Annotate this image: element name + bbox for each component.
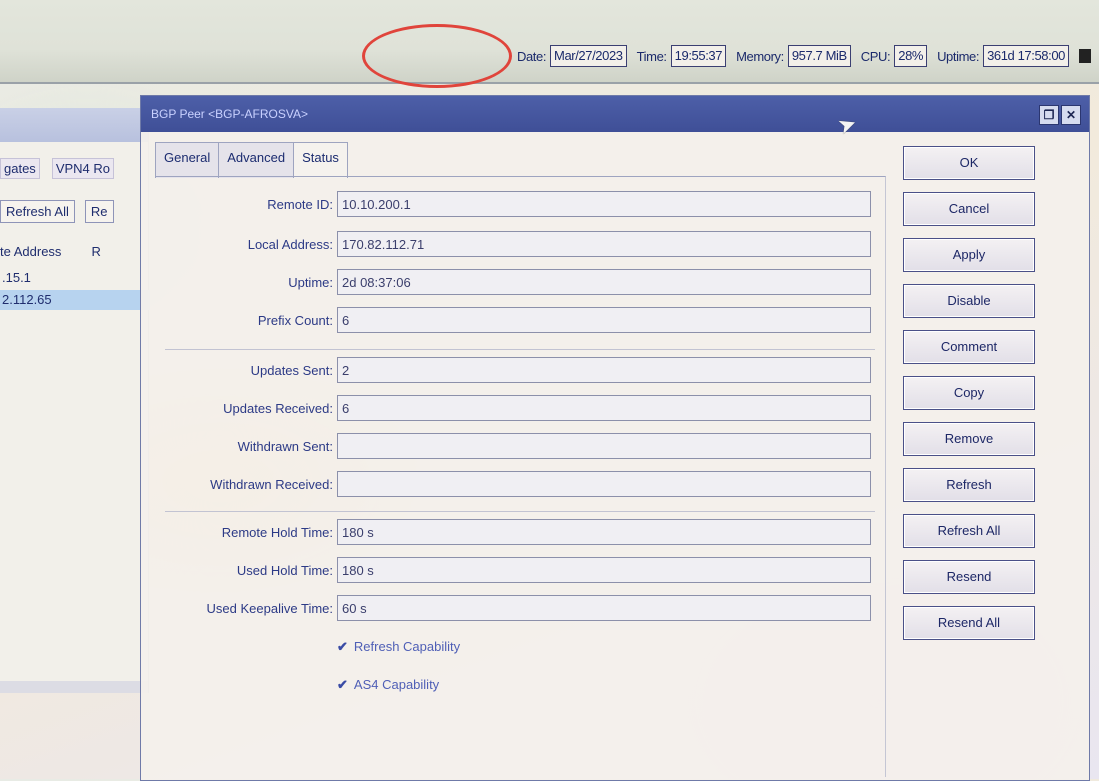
prefix-count-label: Prefix Count:: [257, 313, 333, 328]
local-address-value[interactable]: 170.82.112.71: [337, 231, 871, 257]
prefix-count-field: Prefix Count: 6: [155, 307, 885, 335]
updates-sent-label: Updates Sent:: [250, 363, 333, 378]
remote-id-label: Remote ID:: [267, 197, 333, 212]
withdrawn-received-value[interactable]: [337, 471, 871, 497]
used-hold-time-label: Used Hold Time:: [236, 563, 333, 578]
apply-button[interactable]: Apply: [903, 238, 1035, 272]
tab-status[interactable]: Status: [293, 142, 348, 178]
time-value: 19:55:37: [670, 45, 727, 67]
tab-advanced[interactable]: Advanced: [218, 142, 295, 178]
disable-button[interactable]: Disable: [903, 284, 1035, 318]
date-value: Mar/27/2023: [550, 45, 627, 67]
remote-hold-time-label: Remote Hold Time:: [221, 525, 333, 540]
as4-capability-label: AS4 Capability: [353, 677, 440, 692]
local-address-label: Local Address:: [247, 237, 333, 252]
updates-received-label: Updates Received:: [223, 401, 333, 416]
horizontal-scrollbar[interactable]: [0, 681, 148, 693]
ok-button[interactable]: OK: [903, 146, 1035, 180]
remote-hold-time-field: Remote Hold Time: 180 s: [155, 519, 885, 547]
withdrawn-sent-label: Withdrawn Sent:: [237, 439, 333, 454]
used-hold-time-value[interactable]: 180 s: [337, 557, 871, 583]
resend-all-button[interactable]: Resend All: [903, 606, 1035, 640]
refresh-capability-check: ✔ Refresh Capability: [337, 639, 460, 655]
separator: [165, 511, 875, 512]
prefix-count-value[interactable]: 6: [337, 307, 871, 333]
table-row[interactable]: 2.112.65: [0, 290, 150, 310]
bg-refresh-all-button[interactable]: Refresh All: [0, 200, 75, 223]
bg-tab-1[interactable]: gates: [0, 158, 40, 179]
date-label: Date:: [516, 48, 547, 64]
as4-capability-check: ✔ AS4 Capability: [337, 677, 439, 693]
time-label: Time:: [636, 48, 667, 64]
withdrawn-received-label: Withdrawn Received:: [210, 477, 333, 492]
withdrawn-received-field: Withdrawn Received:: [155, 471, 885, 499]
used-keepalive-time-field: Used Keepalive Time: 60 s: [155, 595, 885, 623]
bg-toolbar-button[interactable]: Re: [84, 200, 114, 223]
uptime-value[interactable]: 2d 08:37:06: [337, 269, 871, 295]
uptime-value: 361d 17:58:00: [983, 45, 1069, 67]
updates-sent-field: Updates Sent: 2: [155, 357, 885, 385]
separator: [165, 349, 875, 350]
cpu-value: 28%: [894, 45, 928, 67]
uptime-field: Uptime: 2d 08:37:06: [155, 269, 885, 297]
copy-button[interactable]: Copy: [903, 376, 1035, 410]
status-indicator-icon: [1079, 49, 1091, 63]
bg-column-header[interactable]: R: [91, 244, 100, 259]
bgp-peer-dialog: BGP Peer <BGP-AFROSVA> ❐ ✕ General Advan…: [140, 95, 1090, 781]
memory-value: 957.7 MiB: [787, 45, 851, 67]
resend-button[interactable]: Resend: [903, 560, 1035, 594]
status-panel: Remote ID: 10.10.200.1 Local Address: 17…: [155, 176, 886, 777]
remote-hold-time-value[interactable]: 180 s: [337, 519, 871, 545]
dialog-title: BGP Peer <BGP-AFROSVA>: [151, 107, 308, 121]
used-hold-time-field: Used Hold Time: 180 s: [155, 557, 885, 585]
refresh-capability-label: Refresh Capability: [353, 639, 461, 654]
dialog-button-column: OK Cancel Apply Disable Comment Copy Rem…: [903, 146, 1035, 640]
refresh-button[interactable]: Refresh: [903, 468, 1035, 502]
withdrawn-sent-field: Withdrawn Sent:: [155, 433, 885, 461]
restore-icon[interactable]: ❐: [1039, 105, 1059, 125]
remote-id-field: Remote ID: 10.10.200.1: [155, 191, 885, 219]
dialog-titlebar[interactable]: BGP Peer <BGP-AFROSVA> ❐ ✕: [141, 96, 1089, 132]
used-keepalive-time-value[interactable]: 60 s: [337, 595, 871, 621]
cancel-button[interactable]: Cancel: [903, 192, 1035, 226]
bg-tab-2[interactable]: VPN4 Ro: [51, 158, 115, 179]
tab-general[interactable]: General: [155, 142, 220, 178]
updates-received-value[interactable]: 6: [337, 395, 871, 421]
uptime-label: Uptime:: [288, 275, 333, 290]
comment-button[interactable]: Comment: [903, 330, 1035, 364]
refresh-all-button[interactable]: Refresh All: [903, 514, 1035, 548]
remove-button[interactable]: Remove: [903, 422, 1035, 456]
local-address-field: Local Address: 170.82.112.71: [155, 231, 885, 259]
table-row[interactable]: .15.1: [0, 268, 150, 288]
background-window: gates VPN4 Ro Refresh All Re te Address …: [0, 108, 150, 693]
background-window-titlebar: [0, 108, 148, 142]
updates-sent-value[interactable]: 2: [337, 357, 871, 383]
close-icon[interactable]: ✕: [1061, 105, 1081, 125]
remote-id-value[interactable]: 10.10.200.1: [337, 191, 871, 217]
withdrawn-sent-value[interactable]: [337, 433, 871, 459]
red-highlight-circle: [362, 24, 512, 88]
checkmark-icon: ✔: [337, 639, 348, 654]
bg-column-header[interactable]: te Address: [0, 244, 61, 259]
system-status-row: Date: Mar/27/2023 Time: 19:55:37 Memory:…: [511, 44, 1091, 68]
used-keepalive-time-label: Used Keepalive Time:: [206, 601, 333, 616]
updates-received-field: Updates Received: 6: [155, 395, 885, 423]
cpu-label: CPU:: [860, 48, 891, 64]
uptime-label: Uptime:: [937, 48, 980, 64]
top-status-bar: Date: Mar/27/2023 Time: 19:55:37 Memory:…: [0, 0, 1099, 88]
memory-label: Memory:: [736, 48, 784, 64]
checkmark-icon: ✔: [337, 677, 348, 692]
